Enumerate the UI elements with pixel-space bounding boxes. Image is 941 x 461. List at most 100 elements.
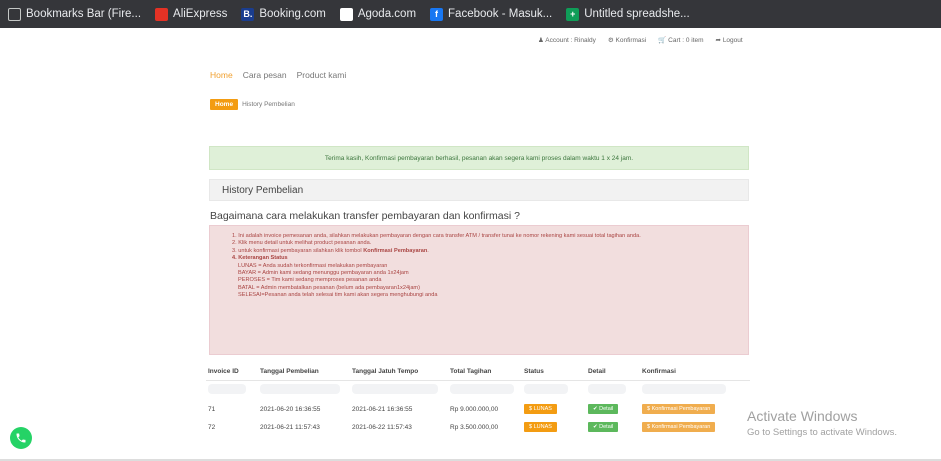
- col-total-tagihan: Total Tagihan: [448, 364, 522, 381]
- breadcrumb-home[interactable]: Home: [210, 99, 239, 110]
- col-tanggal-pembelian: Tanggal Pembelian: [258, 364, 350, 381]
- filter-placeholder[interactable]: [450, 384, 514, 395]
- booking-icon: B.: [241, 7, 255, 21]
- bookmark-booking[interactable]: B. Booking.com: [241, 7, 326, 21]
- activate-subtitle: Go to Settings to activate Windows.: [747, 427, 897, 438]
- filter-placeholder[interactable]: [524, 384, 568, 395]
- history-panel-title: History Pembelian: [209, 179, 749, 201]
- bookmark-label: Facebook - Masuk...: [448, 8, 553, 20]
- instruction-4: 4. Keterangan Status: [232, 255, 726, 262]
- cell-konfirmasi: $ Konfirmasi Pembayaran: [640, 400, 750, 418]
- col-detail: Detail: [586, 364, 640, 381]
- web-page: ♟ Account : Rinaldy ⚙ Konfirmasi 🛒 Cart …: [0, 28, 941, 461]
- bookmark-label: AliExpress: [173, 8, 228, 20]
- status-badge: $ LUNAS: [524, 404, 557, 414]
- bookmark-agoda[interactable]: a Agoda.com: [339, 7, 417, 21]
- filter-row: [206, 380, 750, 400]
- bookmark-facebook[interactable]: f Facebook - Masuk...: [430, 7, 553, 21]
- menu-product[interactable]: Product kami: [297, 70, 347, 80]
- cell-status: $ LUNAS: [522, 400, 586, 418]
- folder-icon: [8, 7, 21, 21]
- cell-invoice-id: 72: [208, 423, 216, 431]
- status-badge: $ LUNAS: [524, 422, 557, 432]
- cell-status: $ LUNAS: [522, 418, 586, 436]
- table-row: 72 2021-06-21 11:57:43 2021-06-22 11:57:…: [206, 418, 750, 436]
- cell-konfirmasi: $ Konfirmasi Pembayaran: [640, 418, 750, 436]
- instruction-1: 1. Ini adalah invoice pemesanan anda, si…: [232, 233, 641, 239]
- status-batal: BATAL = Admin membatalkan pesanan (belum…: [238, 284, 420, 291]
- cell-detail: ✔ Detail: [586, 400, 640, 418]
- facebook-icon: f: [430, 7, 444, 21]
- filter-cell: [258, 380, 350, 400]
- filter-cell: [350, 380, 448, 400]
- account-label: Account : Rinaldy: [545, 37, 596, 44]
- bookmarks-bar: Bookmarks Bar (Fire... AliExpress B. Book…: [0, 0, 941, 28]
- col-tanggal-jatuh-tempo: Tanggal Jatuh Tempo: [350, 364, 448, 381]
- menu-home[interactable]: Home: [210, 70, 233, 80]
- top-nav: ♟ Account : Rinaldy ⚙ Konfirmasi 🛒 Cart …: [538, 36, 743, 44]
- breadcrumb-current: History Pembelian: [242, 101, 295, 108]
- whatsapp-icon: [16, 433, 26, 443]
- konfirmasi-label: Konfirmasi: [615, 37, 647, 44]
- instruction-3-end: .: [427, 247, 429, 254]
- cell-detail: ✔ Detail: [586, 418, 640, 436]
- cell-total: Rp 9.000.000,00: [450, 405, 499, 413]
- invoice-table: Invoice ID Tanggal Pembelian Tanggal Jat…: [206, 364, 750, 436]
- table-header-row: Invoice ID Tanggal Pembelian Tanggal Jat…: [206, 364, 750, 381]
- cart-label: Cart : 0 item: [668, 37, 704, 44]
- table-row: 71 2021-06-20 16:36:55 2021-06-21 16:36:…: [206, 400, 750, 418]
- col-konfirmasi: Konfirmasi: [640, 364, 750, 381]
- konfirmasi-button[interactable]: $ Konfirmasi Pembayaran: [642, 404, 716, 414]
- filter-placeholder[interactable]: [588, 384, 626, 395]
- logout-label: Logout: [722, 37, 743, 44]
- cell-total: Rp 3.500.000,00: [450, 423, 499, 431]
- bookmark-label: Untitled spreadshe...: [584, 8, 690, 20]
- bookmark-label: Bookmarks Bar (Fire...: [26, 8, 142, 20]
- filter-cell: [586, 380, 640, 400]
- filter-cell: [640, 380, 750, 400]
- status-legend-title: 4. Keterangan Status: [232, 255, 288, 262]
- bookmark-label: Agoda.com: [357, 8, 417, 20]
- agoda-icon: a: [339, 7, 353, 21]
- filter-placeholder[interactable]: [260, 384, 340, 395]
- filter-placeholder[interactable]: [352, 384, 438, 395]
- instruction-3-text: 3. untuk konfirmasi pembayaran silahkan …: [232, 247, 364, 254]
- spreadsheet-icon: +: [566, 7, 580, 21]
- cell-tanggal-pembelian: 2021-06-20 16:36:55: [260, 405, 321, 413]
- bookmark-spreadsheet[interactable]: + Untitled spreadshe...: [566, 7, 690, 21]
- account-link[interactable]: ♟ Account : Rinaldy: [538, 36, 596, 44]
- detail-button[interactable]: ✔ Detail: [588, 404, 619, 414]
- cart-link[interactable]: 🛒 Cart : 0 item: [658, 36, 703, 44]
- bookmark-label: Booking.com: [259, 8, 326, 20]
- filter-cell: [448, 380, 522, 400]
- cell-jatuh-tempo: 2021-06-22 11:57:43: [352, 423, 412, 431]
- cell-tanggal-pembelian: 2021-06-21 11:57:43: [260, 423, 320, 431]
- bookmark-folder[interactable]: Bookmarks Bar (Fire...: [8, 7, 142, 21]
- filter-cell: [206, 380, 258, 400]
- konfirmasi-button[interactable]: $ Konfirmasi Pembayaran: [642, 422, 716, 432]
- filter-placeholder[interactable]: [208, 384, 246, 395]
- instruction-2: 2. Klik menu detail untuk melihat produc…: [232, 240, 372, 247]
- cell-invoice-id: 71: [208, 405, 216, 413]
- bookmark-aliexpress[interactable]: AliExpress: [155, 7, 228, 21]
- main-menu: Home Cara pesan Product kami: [210, 70, 346, 80]
- status-selesai: SELESAI=Pesanan anda telah selesai tim k…: [238, 292, 438, 299]
- konfirmasi-link[interactable]: ⚙ Konfirmasi: [608, 36, 646, 44]
- filter-cell: [522, 380, 586, 400]
- whatsapp-button[interactable]: [10, 427, 32, 449]
- cell-jatuh-tempo: 2021-06-21 16:36:55: [352, 405, 413, 413]
- instructions-alert: 1. Ini adalah invoice pemesanan anda, si…: [209, 225, 749, 355]
- col-invoice-id: Invoice ID: [206, 364, 258, 381]
- aliexpress-icon: [155, 7, 169, 21]
- logout-link[interactable]: ➦ Logout: [716, 36, 743, 44]
- instruction-3-bold: Konfirmasi Pembayaran: [363, 247, 428, 254]
- detail-button[interactable]: ✔ Detail: [588, 422, 619, 432]
- col-status: Status: [522, 364, 586, 381]
- breadcrumb: Home History Pembelian: [210, 99, 295, 110]
- activate-title: Activate Windows: [747, 408, 858, 424]
- status-lunas: LUNAS = Anda sudah terkonfirmasi melakuk…: [238, 262, 388, 269]
- filter-placeholder[interactable]: [642, 384, 726, 395]
- instruction-3: 3. untuk konfirmasi pembayaran silahkan …: [232, 248, 726, 255]
- menu-cara-pesan[interactable]: Cara pesan: [243, 70, 287, 80]
- activate-windows-watermark: Activate Windows Go to Settings to activ…: [747, 408, 897, 438]
